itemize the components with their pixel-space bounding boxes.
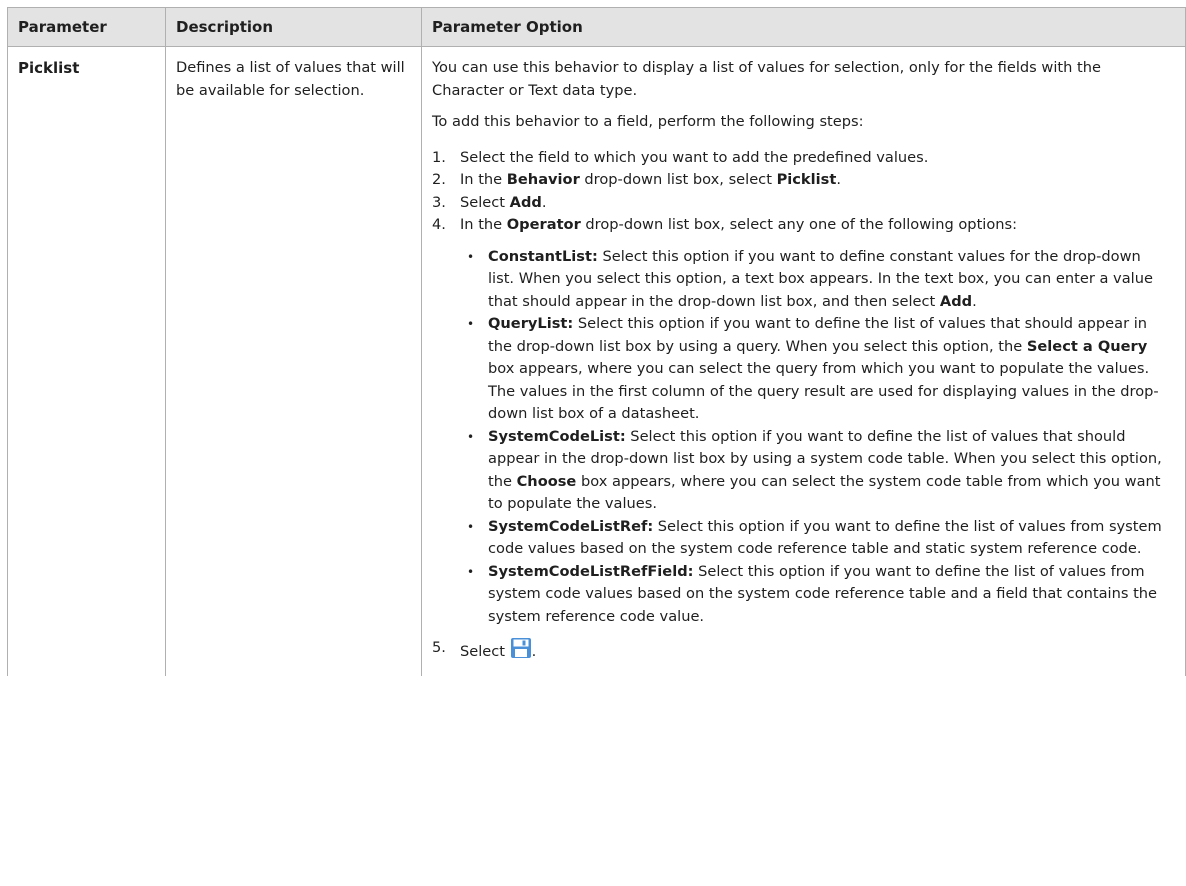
option-text: .	[972, 292, 977, 310]
step-text: Select	[460, 643, 510, 660]
option-name: SystemCodeList:	[488, 427, 626, 445]
step-item: 1. Select the field to which you want to…	[432, 147, 1169, 170]
bullet: •	[467, 519, 475, 534]
option-name: QueryList:	[488, 315, 574, 332]
header-parameter-option: Parameter Option	[421, 7, 1186, 47]
option-name: ConstantList:	[488, 247, 598, 265]
steps-list: 1. Select the field to which you want to…	[432, 147, 1169, 664]
step-item: 2. In the Behavior drop-down list box, s…	[432, 169, 1169, 192]
options-list: • ConstantList: Select this option if yo…	[460, 246, 1169, 629]
table-header-row: Parameter Description Parameter Option	[7, 7, 1186, 47]
step-text: Select	[460, 193, 510, 211]
step-bold: Add	[509, 193, 542, 211]
parameter-description: Defines a list of values that will be av…	[165, 46, 422, 676]
step-text: In the	[460, 216, 507, 233]
option-bold: Choose	[516, 472, 577, 490]
document-page: Parameter Description Parameter Option P…	[0, 0, 1186, 886]
parameter-option-cell: You can use this behavior to display a l…	[421, 46, 1186, 676]
option-item: • SystemCodeList: Select this option if …	[460, 426, 1169, 516]
step-bold: Behavior	[506, 171, 580, 188]
step-number: 4.	[432, 216, 446, 233]
step-number: 5.	[432, 639, 446, 656]
step-text: .	[531, 643, 537, 660]
step-number: 3.	[432, 193, 446, 211]
option-bold: Select a Query	[1026, 337, 1148, 355]
bullet: •	[467, 249, 475, 264]
step-text: In the	[460, 171, 507, 188]
option-text: box appears, where you can select the qu…	[488, 360, 1159, 422]
step-bold: Picklist	[776, 171, 837, 188]
save-icon	[510, 637, 532, 659]
option-item: • ConstantList: Select this option if yo…	[460, 246, 1169, 314]
step-text: .	[836, 171, 841, 188]
option-bold: Add	[939, 292, 973, 310]
option-text: box appears, where you can select the sy…	[488, 472, 1161, 513]
option-name: SystemCodeListRefField:	[488, 562, 694, 580]
header-description: Description	[165, 7, 422, 47]
steps-intro: To add this behavior to a field, perform…	[432, 113, 864, 130]
option-name: SystemCodeListRef:	[488, 517, 654, 535]
step-text: Select the field to which you want to ad…	[460, 148, 929, 166]
bullet: •	[467, 429, 475, 444]
step-bold: Operator	[506, 216, 581, 233]
step-text: .	[541, 193, 547, 211]
step-number: 2.	[432, 171, 446, 188]
bullet: •	[467, 317, 475, 331]
parameter-table: Parameter Description Parameter Option P…	[7, 7, 1186, 676]
table-row: Picklist Defines a list of values that w…	[7, 46, 1186, 676]
step-item: 3. Select Add.	[432, 192, 1169, 215]
option-item: • QueryList: Select this option if you w…	[460, 313, 1169, 426]
step-number: 1.	[432, 148, 446, 166]
step-item: 5. Select .	[432, 637, 1169, 664]
header-parameter: Parameter	[7, 7, 166, 47]
parameter-name: Picklist	[7, 46, 166, 676]
bullet: •	[467, 564, 475, 579]
step-text: drop-down list box, select	[579, 171, 777, 188]
step-item: 4. In the Operator drop-down list box, s…	[432, 214, 1169, 628]
option-item: • SystemCodeListRef: Select this option …	[460, 516, 1169, 561]
step-text: drop-down list box, select any one of th…	[580, 216, 1018, 233]
option-item: • SystemCodeListRefField: Select this op…	[460, 561, 1169, 629]
intro-text: You can use this behavior to display a l…	[432, 59, 1101, 99]
